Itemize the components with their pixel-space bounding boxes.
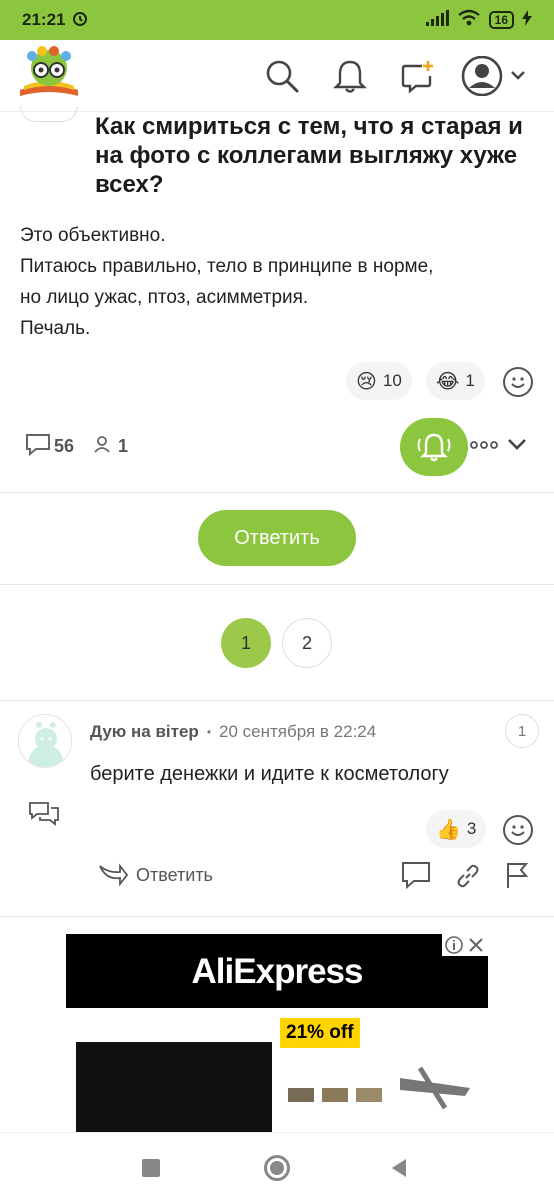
reaction-laugh[interactable]: 😂 1 xyxy=(426,362,485,400)
comment-thread-icon[interactable] xyxy=(28,800,60,833)
post-title: Как смириться с тем, что я старая и на ф… xyxy=(95,113,523,198)
reaction-count: 10 xyxy=(382,371,402,390)
profile-icon[interactable] xyxy=(460,56,530,96)
comment-text: берите денежки и идите к косметологу xyxy=(90,763,449,785)
post-body: Это объективно. Питаюсь правильно, тело … xyxy=(20,220,540,344)
divider xyxy=(0,492,554,493)
add-reaction-icon[interactable] xyxy=(503,815,533,845)
post-body-line: но лицо ужас, птоз, асимметрия. xyxy=(20,287,309,308)
site-logo[interactable] xyxy=(16,46,82,102)
home-icon[interactable] xyxy=(264,1155,290,1181)
flag-icon[interactable] xyxy=(504,860,532,895)
subscribers-icon xyxy=(92,434,112,459)
comment-reply-label: Ответить xyxy=(136,865,213,885)
wifi-icon xyxy=(457,9,481,32)
comment-actions: Ответить xyxy=(0,860,554,894)
post-body-line: Это объективно. xyxy=(20,225,166,246)
ad-product-necklace-image xyxy=(76,1042,272,1134)
divider xyxy=(0,916,554,917)
ad-brand: AliExpress xyxy=(191,952,364,991)
reply-arrow-icon xyxy=(98,860,129,891)
subscribers-count: 1 xyxy=(118,436,129,456)
back-icon[interactable] xyxy=(390,1157,408,1184)
reaction-count: 1 xyxy=(465,371,475,390)
link-icon[interactable] xyxy=(454,862,482,895)
comment-number-badge: 1 xyxy=(505,714,539,748)
search-icon[interactable] xyxy=(262,56,302,96)
comment-reply-link[interactable]: Ответить xyxy=(98,860,213,891)
advertisement-banner[interactable]: AliExpress 21% off xyxy=(66,934,488,1134)
thumbs-up-emoji-icon: 👍 xyxy=(436,818,461,841)
comment-bubble-icon[interactable] xyxy=(400,860,432,895)
status-time: 21:21 xyxy=(22,10,66,29)
more-options-icon[interactable] xyxy=(470,438,498,456)
page-1-button[interactable]: 1 xyxy=(221,618,271,668)
ad-product-keychain-image xyxy=(280,1048,480,1134)
sad-emoji-icon: 😢 xyxy=(356,370,377,393)
laugh-emoji-icon: 😂 xyxy=(436,370,460,393)
post-body-line: Печаль. xyxy=(20,318,91,339)
reaction-count: 3 xyxy=(466,819,477,838)
comment-author[interactable]: Дую на вітер xyxy=(90,722,199,742)
post-stats: 56 1 xyxy=(24,432,128,461)
bell-icon[interactable] xyxy=(330,56,370,96)
status-bar: 21:21 16 xyxy=(0,0,554,40)
charging-icon xyxy=(522,9,532,31)
page-2-button[interactable]: 2 xyxy=(282,618,332,668)
chevron-down-icon[interactable] xyxy=(506,436,528,457)
reaction-like[interactable]: 👍 3 xyxy=(426,810,487,848)
ad-close-icon[interactable] xyxy=(466,935,486,955)
ad-discount-badge: 21% off xyxy=(280,1018,360,1048)
reply-button[interactable]: Ответить xyxy=(198,510,356,566)
post-body-line: Питаюсь правильно, тело в принципе в нор… xyxy=(20,256,434,277)
comment-meta: Дую на вітер • 20 сентября в 22:24 xyxy=(90,722,376,742)
subscribe-bell-button[interactable] xyxy=(400,418,468,476)
comments-count: 56 xyxy=(54,436,75,456)
ad-controls xyxy=(442,934,488,956)
ad-product-area xyxy=(66,1008,488,1134)
meta-separator: • xyxy=(206,725,212,739)
comment-author-avatar[interactable] xyxy=(18,714,72,768)
alarm-icon xyxy=(71,9,89,32)
add-reaction-icon[interactable] xyxy=(503,367,533,397)
divider xyxy=(0,584,554,585)
recents-icon[interactable] xyxy=(142,1159,160,1177)
ad-info-icon[interactable] xyxy=(444,935,464,955)
divider xyxy=(0,700,554,701)
reaction-sad[interactable]: 😢 10 xyxy=(346,362,412,400)
battery-indicator: 16 xyxy=(488,11,514,29)
comments-icon[interactable] xyxy=(24,432,52,461)
comment-date: 20 сентября в 22:24 xyxy=(219,722,377,741)
new-post-icon[interactable] xyxy=(398,56,438,96)
app-header xyxy=(0,40,554,112)
post-author-avatar[interactable] xyxy=(20,106,78,122)
signal-icon xyxy=(425,9,449,31)
system-nav-bar xyxy=(0,1132,554,1200)
